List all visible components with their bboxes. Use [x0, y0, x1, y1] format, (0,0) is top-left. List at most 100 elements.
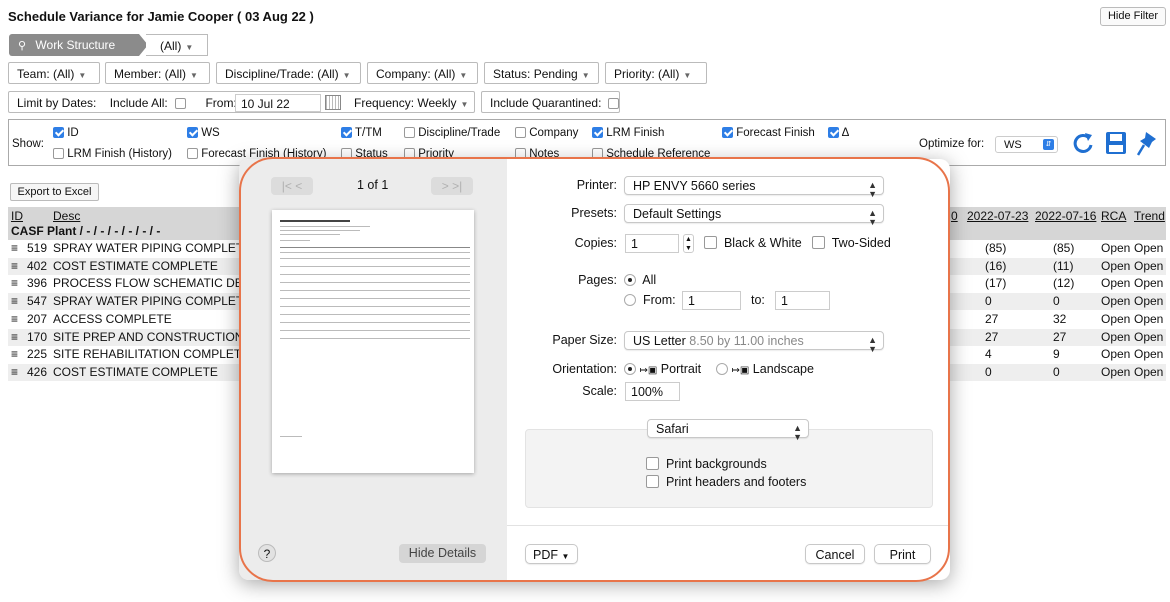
row-trend: Open [1134, 330, 1164, 344]
printer-select[interactable]: HP ENVY 5660 series ▲ ▼ [624, 176, 884, 199]
save-icon[interactable] [1105, 131, 1127, 155]
optimize-value: WS [1004, 139, 1022, 151]
checkbox-checked [722, 127, 733, 138]
page-indicator: 1 of 1 [357, 178, 389, 192]
row-rca: Open [1101, 330, 1131, 344]
show-company[interactable]: Company [515, 127, 578, 139]
optimize-select[interactable]: WS ⇵ [995, 136, 1058, 153]
col-2022-07-23[interactable]: 2022-07-23 [967, 209, 1028, 223]
work-structure-select[interactable]: (All) ▼ [146, 34, 208, 56]
hide-filter-button[interactable]: Hide Filter [1100, 7, 1166, 26]
member-filter[interactable]: Member: (All) ▼ [105, 62, 210, 84]
frequency-select[interactable]: Frequency: Weekly ▼ [354, 96, 468, 110]
help-button[interactable]: ? [258, 544, 276, 562]
show-ws[interactable]: WS [187, 127, 220, 139]
row-trend: Open [1134, 294, 1164, 308]
show-id[interactable]: ID [53, 127, 79, 139]
col-rca[interactable]: RCA [1101, 209, 1126, 223]
chevron-updown-icon: ▲ ▼ [868, 208, 877, 227]
show-discipline[interactable]: Discipline/Trade [404, 127, 500, 139]
company-filter-label: Company: (All) [376, 67, 456, 81]
print-headers-option[interactable]: Print headers and footers [646, 475, 806, 489]
drag-handle-icon[interactable]: ≡ [11, 294, 18, 308]
row-id: 547 [27, 294, 48, 308]
frequency-label: Frequency: Weekly [354, 96, 457, 110]
landscape-option[interactable]: ↦▣ Landscape [716, 362, 814, 376]
prev-page-button[interactable]: |< < [271, 177, 313, 195]
pages-to-input[interactable]: 1 [775, 291, 830, 310]
drag-handle-icon[interactable]: ≡ [11, 241, 18, 255]
row-trend: Open [1134, 312, 1164, 326]
pages-from-input[interactable]: 1 [682, 291, 741, 310]
checkbox [53, 148, 64, 159]
pin-icon[interactable] [1137, 131, 1159, 157]
drag-handle-icon[interactable]: ≡ [11, 259, 18, 273]
show-lrm-history[interactable]: LRM Finish (History) [53, 148, 172, 160]
row-desc: SPRAY WATER PIPING COMPLETE [53, 294, 252, 308]
black-white-option[interactable]: Black & White [704, 236, 802, 250]
hide-details-button[interactable]: Hide Details [399, 544, 486, 563]
pdf-label: PDF [533, 548, 558, 562]
col-2022-07-16[interactable]: 2022-07-16 [1035, 209, 1096, 223]
drag-handle-icon[interactable]: ≡ [11, 312, 18, 326]
cancel-button[interactable]: Cancel [805, 544, 865, 564]
show-ttm[interactable]: T/TM [341, 127, 382, 139]
pages-all-option[interactable]: All [624, 273, 656, 287]
col-trend[interactable]: Trend [1134, 209, 1165, 223]
copies-input[interactable]: 1 [625, 234, 679, 253]
from-date-input[interactable]: 10 Jul 22 [235, 94, 321, 112]
company-filter[interactable]: Company: (All) ▼ [367, 62, 478, 84]
work-structure-button[interactable]: ⚲ Work Structure [9, 34, 139, 56]
paper-dims: 8.50 by 11.00 inches [689, 334, 804, 348]
print-button[interactable]: Print [874, 544, 931, 564]
chevron-down-icon: ▼ [683, 71, 692, 80]
black-white-label: Black & White [723, 236, 802, 250]
row-id: 225 [27, 347, 48, 361]
priority-filter[interactable]: Priority: (All) ▼ [605, 62, 707, 84]
include-all-checkbox[interactable] [175, 98, 187, 109]
presets-select[interactable]: Default Settings ▲ ▼ [624, 204, 884, 227]
pdf-menu-button[interactable]: PDF ▼ [525, 544, 578, 564]
copies-stepper[interactable]: ▲ ▼ [683, 234, 694, 253]
col-partial[interactable]: 0 [951, 209, 958, 223]
drag-handle-icon[interactable]: ≡ [11, 276, 18, 290]
copies-label: Copies: [574, 236, 617, 250]
scale-input[interactable]: 100% [625, 382, 680, 401]
include-quarantined-checkbox[interactable] [607, 98, 619, 109]
col-desc[interactable]: Desc [53, 209, 80, 223]
from-label: From: [205, 96, 237, 110]
show-forecast-finish[interactable]: Forecast Finish [722, 127, 815, 139]
page-thumbnail [272, 210, 474, 473]
drag-handle-icon[interactable]: ≡ [11, 347, 18, 361]
quarantined-box: Include Quarantined: [481, 91, 620, 113]
two-sided-option[interactable]: Two-Sided [812, 236, 891, 250]
drag-handle-icon[interactable]: ≡ [11, 330, 18, 344]
portrait-option[interactable]: ↦▣ Portrait [624, 362, 701, 376]
calendar-icon[interactable] [325, 95, 341, 110]
app-options-select[interactable]: Safari ▲ ▼ [647, 419, 809, 442]
row-id: 207 [27, 312, 48, 326]
show-delta[interactable]: Δ [828, 127, 849, 139]
next-page-button[interactable]: > >| [431, 177, 473, 195]
pages-range-option[interactable]: From: [624, 293, 676, 307]
two-sided-label: Two-Sided [831, 236, 891, 250]
team-filter[interactable]: Team: (All) ▼ [8, 62, 100, 84]
row-desc: SITE PREP AND CONSTRUCTION CO [53, 330, 265, 344]
print-backgrounds-option[interactable]: Print backgrounds [646, 457, 767, 471]
export-excel-button[interactable]: Export to Excel [10, 183, 99, 201]
chevron-down-icon: ▼ [459, 71, 468, 80]
print-backgrounds-checkbox [646, 457, 659, 470]
status-filter[interactable]: Status: Pending ▼ [484, 62, 599, 84]
paper-size-select[interactable]: US Letter 8.50 by 11.00 inches ▲ ▼ [624, 331, 884, 354]
refresh-icon[interactable] [1073, 131, 1095, 155]
drag-handle-icon[interactable]: ≡ [11, 365, 18, 379]
member-filter-label: Member: (All) [114, 67, 187, 81]
show-company-label: Company [529, 127, 579, 139]
row-desc: COST ESTIMATE COMPLETE [53, 365, 218, 379]
checkbox [187, 148, 198, 159]
discipline-filter[interactable]: Discipline/Trade: (All) ▼ [216, 62, 361, 84]
show-lrm-finish[interactable]: LRM Finish [592, 127, 664, 139]
paper-size-label: Paper Size: [552, 333, 617, 347]
priority-filter-label: Priority: (All) [614, 67, 680, 81]
col-id[interactable]: ID [11, 209, 23, 223]
